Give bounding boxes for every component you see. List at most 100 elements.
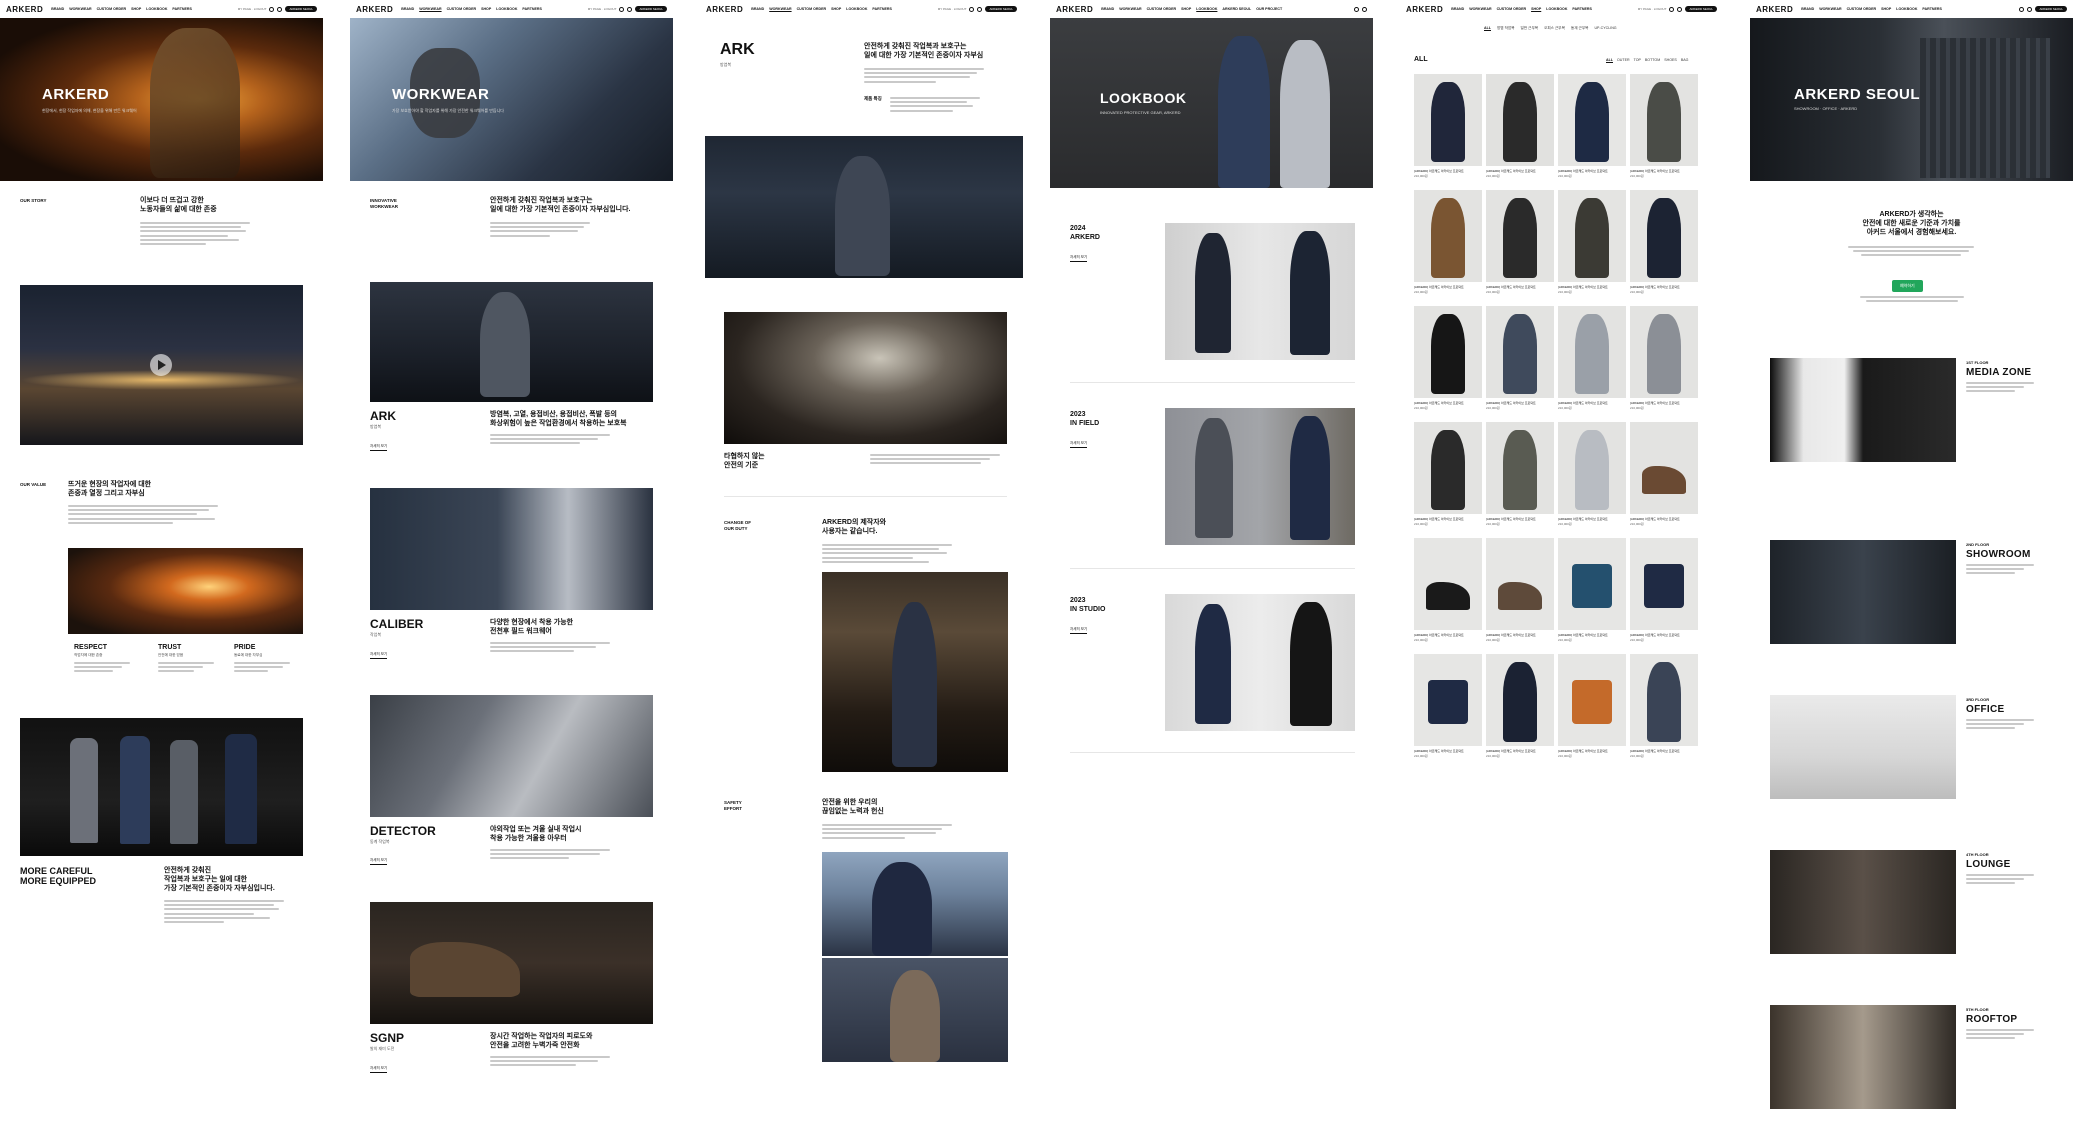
product-card[interactable]: [ARKERD] 아르케드 아카이브 프로덕트 210,000원	[1630, 306, 1698, 418]
product-name[interactable]: [ARKERD] 아르케드 아카이브 프로덕트	[1414, 285, 1482, 289]
product-card[interactable]: [ARKERD] 아르케드 아카이브 프로덕트 210,000원	[1630, 190, 1698, 302]
lookbook-entry-image[interactable]	[1165, 594, 1355, 731]
nav-item-brand[interactable]: BRAND	[401, 7, 414, 11]
product-image[interactable]	[1630, 654, 1698, 746]
product-image[interactable]	[1558, 190, 1626, 282]
nav-item-workwear[interactable]: WORKWEAR	[419, 7, 441, 11]
filter-shoes[interactable]: SHOES	[1664, 58, 1677, 63]
product-name[interactable]: [ARKERD] 아르케드 아카이브 프로덕트	[1630, 169, 1698, 173]
nav-item-shop[interactable]: SHOP	[131, 7, 141, 11]
product-image[interactable]	[1486, 74, 1554, 166]
nav-item-shop[interactable]: SHOP	[831, 7, 841, 11]
nav-item-custom-order[interactable]: CUSTOM ORDER	[447, 7, 476, 11]
product-image[interactable]	[1414, 306, 1482, 398]
product-image[interactable]	[1630, 306, 1698, 398]
account-links[interactable]: MY PAGE · LOGOUT	[1638, 7, 1667, 11]
nav-item-brand[interactable]: BRAND	[751, 7, 764, 11]
product-link-sgnp[interactable]: 자세히 보기	[370, 1066, 388, 1073]
nav-item-brand[interactable]: BRAND	[1101, 7, 1114, 11]
product-image[interactable]	[1630, 538, 1698, 630]
product-card[interactable]: [ARKERD] 아르케드 아카이브 프로덕트 210,000원	[1558, 190, 1626, 302]
nav-item-lookbook[interactable]: LOOKBOOK	[496, 7, 517, 11]
search-icon[interactable]	[1362, 6, 1367, 12]
cart-icon[interactable]	[2019, 6, 2025, 12]
nav-item-custom-order[interactable]: CUSTOM ORDER	[1147, 7, 1176, 11]
filter-top[interactable]: TOP	[1634, 58, 1641, 63]
product-image[interactable]	[1558, 654, 1626, 746]
seoul-pill-button[interactable]: ARKERD SEOUL	[1685, 6, 1717, 12]
product-card[interactable]: [ARKERD] 아르케드 아카이브 프로덕트 210,000원	[1486, 190, 1554, 302]
floor-image[interactable]	[1770, 850, 1956, 954]
floor-image[interactable]	[1770, 695, 1956, 799]
search-icon[interactable]	[277, 6, 283, 12]
product-name[interactable]: [ARKERD] 아르케드 아카이브 프로덕트	[1630, 749, 1698, 753]
product-image[interactable]	[1558, 538, 1626, 630]
product-card[interactable]: [ARKERD] 아르케드 아카이브 프로덕트 210,000원	[1414, 654, 1482, 766]
filter-outer[interactable]: OUTER	[1617, 58, 1630, 63]
logo[interactable]: ARKERD	[356, 5, 393, 14]
product-name[interactable]: [ARKERD] 아르케드 아카이브 프로덕트	[1486, 633, 1554, 637]
product-name[interactable]: [ARKERD] 아르케드 아카이브 프로덕트	[1486, 517, 1554, 521]
logo[interactable]: ARKERD	[6, 5, 43, 14]
product-name[interactable]: [ARKERD] 아르케드 아카이브 프로덕트	[1414, 169, 1482, 173]
product-image[interactable]	[1486, 306, 1554, 398]
product-name[interactable]: [ARKERD] 아르케드 아카이브 프로덕트	[1558, 285, 1626, 289]
logo[interactable]: ARKERD	[706, 5, 743, 14]
nav-item-partners[interactable]: PARTNERS	[872, 7, 892, 11]
filter-bag[interactable]: BAG	[1681, 58, 1689, 63]
product-card[interactable]: [ARKERD] 아르케드 아카이브 프로덕트 210,000원	[1414, 306, 1482, 418]
nav-item-workwear[interactable]: WORKWEAR	[1469, 7, 1491, 11]
nav-item-partners[interactable]: PARTNERS	[1922, 7, 1942, 11]
tab-winter[interactable]: 동계 근무복	[1571, 26, 1589, 31]
nav-item-workwear[interactable]: WORKWEAR	[1119, 7, 1141, 11]
account-links[interactable]: MY PAGE · LOGOUT	[588, 7, 617, 11]
nav-item-shop[interactable]: SHOP	[1181, 7, 1191, 11]
nav-item-brand[interactable]: BRAND	[51, 7, 64, 11]
product-name[interactable]: [ARKERD] 아르케드 아카이브 프로덕트	[1486, 401, 1554, 405]
tab-upcycling[interactable]: UP-CYCLING	[1594, 26, 1616, 31]
lookbook-entry-image[interactable]	[1165, 223, 1355, 360]
nav-item-lookbook[interactable]: LOOKBOOK	[146, 7, 167, 11]
product-image[interactable]	[1486, 422, 1554, 514]
product-image-sgnp[interactable]	[370, 902, 653, 1024]
product-card[interactable]: [ARKERD] 아르케드 아카이브 프로덕트 210,000원	[1630, 538, 1698, 650]
product-card[interactable]: [ARKERD] 아르케드 아카이브 프로덕트 210,000원	[1414, 74, 1482, 186]
product-name[interactable]: [ARKERD] 아르케드 아카이브 프로덕트	[1414, 749, 1482, 753]
product-card[interactable]: [ARKERD] 아르케드 아카이브 프로덕트 210,000원	[1486, 306, 1554, 418]
tab-all[interactable]: ALL	[1484, 26, 1491, 31]
filter-bottom[interactable]: BOTTOM	[1645, 58, 1660, 63]
nav-item-our-project[interactable]: OUR PROJECT	[1256, 7, 1282, 11]
product-name[interactable]: [ARKERD] 아르케드 아카이브 프로덕트	[1486, 169, 1554, 173]
product-image[interactable]	[1414, 190, 1482, 282]
entry-link[interactable]: 자세히 보기	[1070, 441, 1088, 448]
product-name[interactable]: [ARKERD] 아르케드 아카이브 프로덕트	[1558, 749, 1626, 753]
product-image[interactable]	[1486, 190, 1554, 282]
product-name[interactable]: [ARKERD] 아르케드 아카이브 프로덕트	[1558, 517, 1626, 521]
product-card[interactable]: [ARKERD] 아르케드 아카이브 프로덕트 210,000원	[1558, 538, 1626, 650]
seoul-pill-button[interactable]: ARKERD SEOUL	[635, 6, 667, 12]
nav-item-workwear[interactable]: WORKWEAR	[769, 7, 791, 11]
nav-item-shop[interactable]: SHOP	[1531, 7, 1541, 11]
nav-item-custom-order[interactable]: CUSTOM ORDER	[797, 7, 826, 11]
product-name[interactable]: [ARKERD] 아르케드 아카이브 프로덕트	[1558, 633, 1626, 637]
product-name[interactable]: [ARKERD] 아르케드 아카이브 프로덕트	[1558, 401, 1626, 405]
nav-item-partners[interactable]: PARTNERS	[172, 7, 192, 11]
logo[interactable]: ARKERD	[1406, 5, 1443, 14]
product-card[interactable]: [ARKERD] 아르케드 아카이브 프로덕트 210,000원	[1486, 538, 1554, 650]
product-name[interactable]: [ARKERD] 아르케드 아카이브 프로덕트	[1558, 169, 1626, 173]
entry-link[interactable]: 자세히 보기	[1070, 255, 1088, 262]
search-icon[interactable]	[2027, 6, 2033, 12]
nav-item-shop[interactable]: SHOP	[1881, 7, 1891, 11]
product-image[interactable]	[1414, 538, 1482, 630]
product-name[interactable]: [ARKERD] 아르케드 아카이브 프로덕트	[1630, 285, 1698, 289]
product-name[interactable]: [ARKERD] 아르케드 아카이브 프로덕트	[1486, 749, 1554, 753]
product-card[interactable]: [ARKERD] 아르케드 아카이브 프로덕트 210,000원	[1558, 422, 1626, 534]
product-link-ark[interactable]: 자세히 보기	[370, 444, 388, 451]
nav-item-partners[interactable]: PARTNERS	[522, 7, 542, 11]
product-name[interactable]: [ARKERD] 아르케드 아카이브 프로덕트	[1630, 633, 1698, 637]
product-card[interactable]: [ARKERD] 아르케드 아카이브 프로덕트 210,000원	[1630, 422, 1698, 534]
product-card[interactable]: [ARKERD] 아르케드 아카이브 프로덕트 210,000원	[1486, 422, 1554, 534]
product-link-caliber[interactable]: 자세히 보기	[370, 652, 388, 659]
product-name[interactable]: [ARKERD] 아르케드 아카이브 프로덕트	[1414, 401, 1482, 405]
nav-item-custom-order[interactable]: CUSTOM ORDER	[97, 7, 126, 11]
